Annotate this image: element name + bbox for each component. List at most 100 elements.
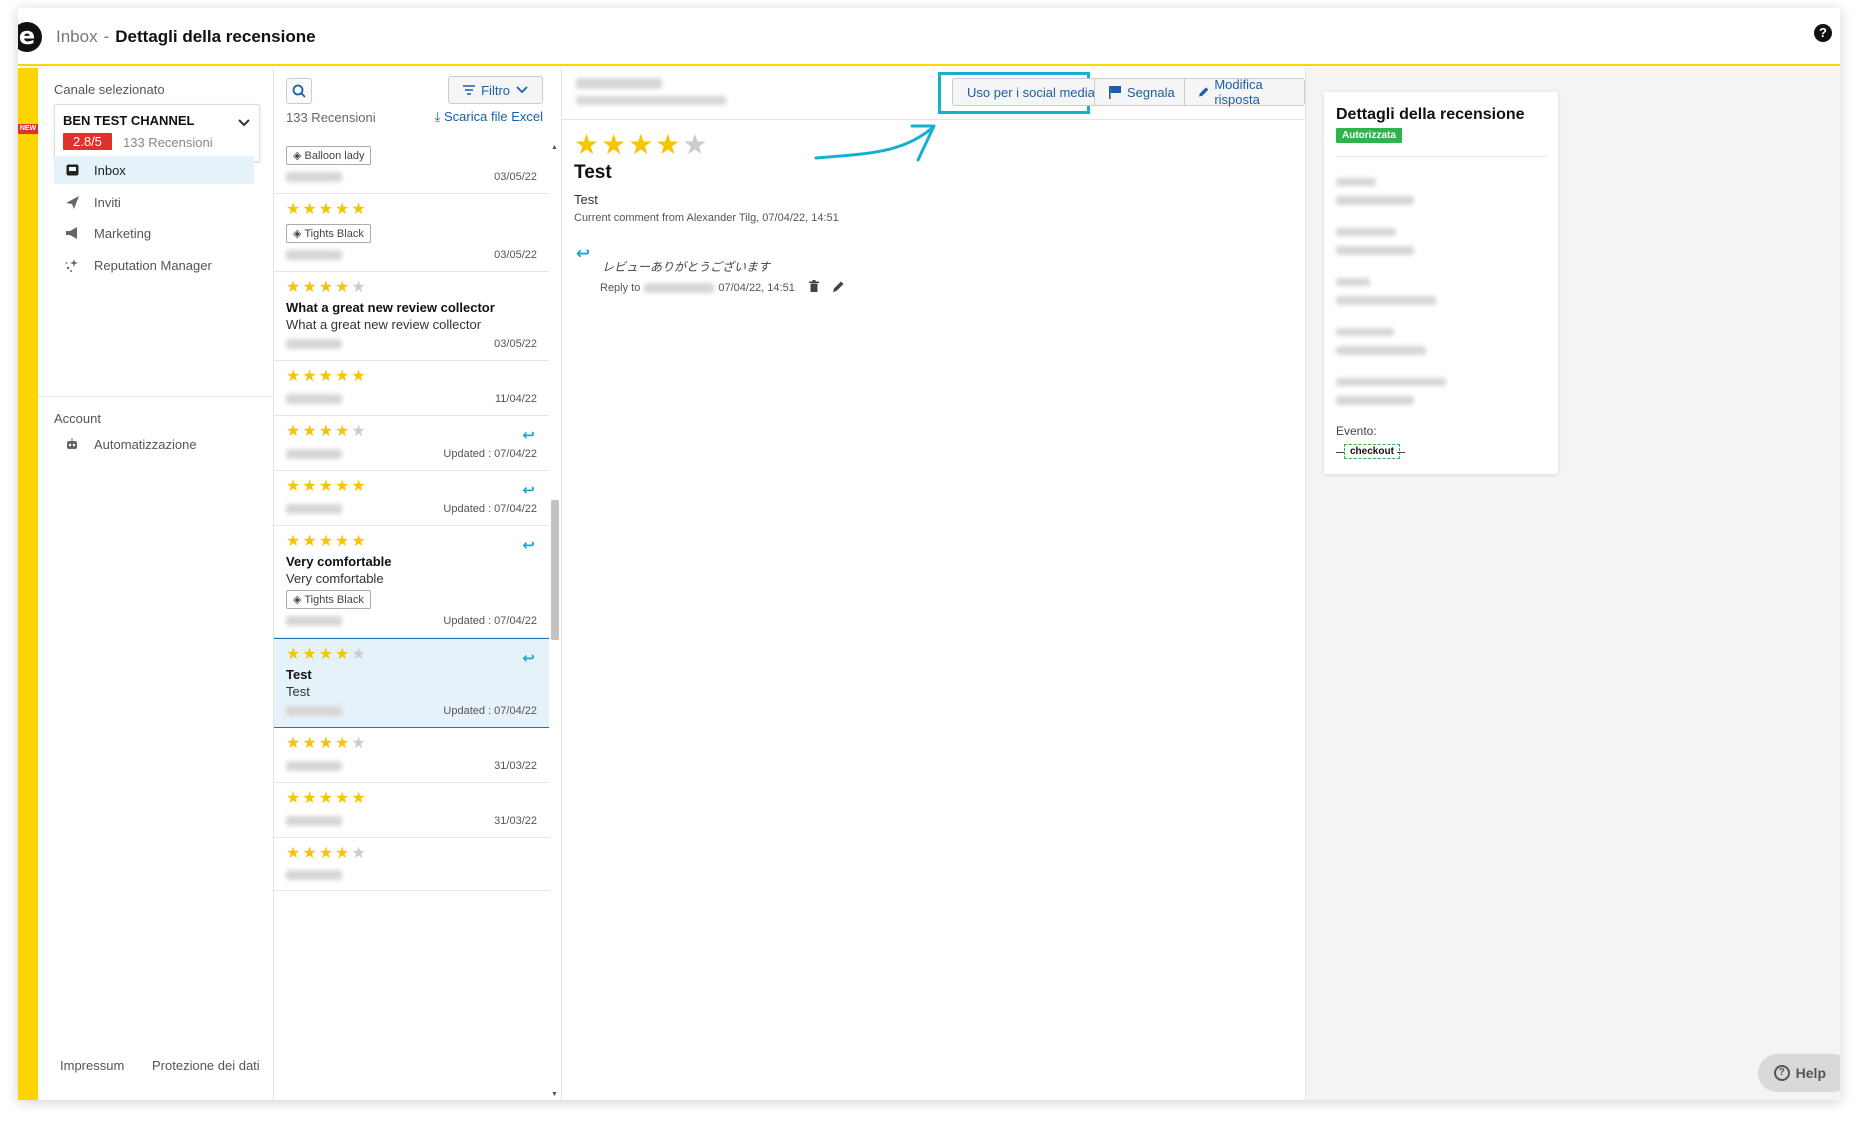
rating-stars: ★★★★★ <box>286 845 368 862</box>
nav-item-inviti[interactable]: Inviti <box>54 188 254 216</box>
review-item-date: 03/05/22 <box>494 249 537 261</box>
nav-item-inbox[interactable]: Inbox <box>54 156 254 184</box>
rating-stars: ★★★★★ <box>286 646 368 663</box>
review-item-body: What a great new review collector <box>286 317 482 332</box>
scroll-thumb[interactable] <box>551 500 559 640</box>
review-list-item[interactable]: ★★★★★ ↩ Updated : 07/04/22 <box>274 416 549 471</box>
page-title: Dettagli della recensione <box>115 27 316 46</box>
review-list-item[interactable]: ★★★★★ ◈ Tights Black 03/05/22 <box>274 194 549 272</box>
list-scrollbar[interactable]: ▲ ▼ <box>551 140 559 1100</box>
review-list-item[interactable]: ★★★★★ ↩ Updated : 07/04/22 <box>274 471 549 526</box>
reviewer-name-redacted <box>286 761 342 771</box>
product-tag-label: Tights Black <box>304 228 364 240</box>
review-list-item[interactable]: ◈ Balloon lady 03/05/22 <box>274 136 549 194</box>
review-list-item[interactable]: ★★★★★ ↩ Test Test Updated : 07/04/22 <box>274 638 549 728</box>
review-item-body: Test <box>286 684 310 699</box>
rating-stars: ★★★★★ <box>286 279 368 296</box>
nav-divider <box>38 396 273 397</box>
redacted-field-label <box>1336 278 1370 286</box>
rating-stars: ★★★★★ <box>286 368 368 385</box>
edit-reply-button[interactable]: Modifica risposta <box>1184 77 1305 107</box>
review-item-meta: 31/03/22 <box>286 815 537 827</box>
review-title: Test <box>574 162 612 183</box>
reply-text: レビューありがとうございます <box>602 260 771 274</box>
replied-icon: ↩ <box>522 482 535 499</box>
review-item-date: 11/04/22 <box>494 393 537 405</box>
help-button[interactable]: ? Help <box>1757 1054 1840 1092</box>
event-label: Evento: <box>1336 424 1377 438</box>
product-tag: ◈ Balloon lady <box>286 146 372 165</box>
review-item-title: Test <box>286 667 312 682</box>
nav-item-label: Inviti <box>94 194 121 210</box>
breadcrumb-inbox-link[interactable]: Inbox <box>56 27 98 46</box>
review-detail-header: Uso per i social media Segnala Modifica … <box>562 68 1305 120</box>
redacted-field-value <box>1336 296 1436 305</box>
tag-icon: ◈ <box>293 150 305 162</box>
search-button[interactable] <box>286 78 312 104</box>
nav-item-marketing[interactable]: Marketing <box>54 219 254 247</box>
channel-selector[interactable]: BEN TEST CHANNEL 2.8/5 133 Recensioni <box>54 104 260 162</box>
filter-label: Filtro <box>481 82 510 98</box>
scroll-down-arrow-icon[interactable]: ▼ <box>551 1091 558 1098</box>
review-detail-panel: Uso per i social media Segnala Modifica … <box>562 68 1306 1100</box>
review-item-date: Updated : 07/04/22 <box>443 705 537 717</box>
trash-icon[interactable] <box>808 280 819 295</box>
chevron-down-icon <box>237 115 251 131</box>
review-list-item[interactable]: ★★★★★ ↩ Very comfortable Very comfortable ◈ … <box>274 526 549 638</box>
product-tag-label: Balloon lady <box>304 150 365 162</box>
review-list-item[interactable]: ★★★★★ <box>274 838 549 891</box>
question-icon[interactable]: ? <box>1814 24 1832 42</box>
review-item-meta: 03/05/22 <box>286 171 537 183</box>
help-label: Help <box>1795 1065 1826 1081</box>
app-logo[interactable]: e <box>18 22 42 52</box>
sparkle-icon <box>64 257 80 273</box>
reviewer-name-redacted <box>286 870 342 880</box>
review-item-meta: Updated : 07/04/22 <box>286 705 537 717</box>
author-name-redacted <box>576 78 662 89</box>
download-excel-link[interactable]: ⤓ Scarica file Excel <box>435 109 543 125</box>
details-sidebar: Dettagli della recensione Autorizzata Ev… <box>1306 68 1840 1100</box>
review-list-header: 133 Recensioni Filtro ⤓ Scarica file Exc… <box>274 68 561 136</box>
review-list-panel: 133 Recensioni Filtro ⤓ Scarica file Exc… <box>274 68 562 1100</box>
details-divider <box>1336 156 1546 157</box>
reply-date: 07/04/22, 14:51 <box>718 281 795 294</box>
review-list-item[interactable]: ★★★★★ 31/03/22 <box>274 783 549 838</box>
review-list-item[interactable]: ★★★★★ 11/04/22 <box>274 361 549 416</box>
chevron-down-icon <box>516 86 528 94</box>
review-item-meta: 11/04/22 <box>286 393 537 405</box>
nav-item-reputation-manager[interactable]: Reputation Manager <box>54 251 254 279</box>
impressum-link[interactable]: Impressum <box>60 1058 124 1073</box>
review-details-card: Dettagli della recensione Autorizzata Ev… <box>1324 92 1558 474</box>
nav-item-label: Automatizzazione <box>94 436 197 452</box>
review-list: ◈ Balloon lady 03/05/22 ★★★★★ ◈ Tights Blac… <box>274 136 549 1100</box>
nav-item-automatizzazione[interactable]: Automatizzazione <box>54 430 254 458</box>
scroll-up-arrow-icon[interactable]: ▲ <box>551 144 558 151</box>
reviewer-name-redacted <box>286 339 342 349</box>
review-item-meta: Updated : 07/04/22 <box>286 448 537 460</box>
send-icon <box>64 194 80 210</box>
review-item-meta: 03/05/22 <box>286 249 537 261</box>
redacted-field-value <box>1336 196 1414 205</box>
review-item-meta <box>286 870 537 880</box>
event-line-right <box>1397 452 1405 453</box>
review-item-title: Very comfortable <box>286 554 392 569</box>
social-media-button[interactable]: Uso per i social media <box>952 78 1110 106</box>
review-list-item[interactable]: ★★★★★ What a great new review collector Wh… <box>274 272 549 361</box>
question-icon: ? <box>1773 1065 1790 1081</box>
reply-to-label: Reply to <box>600 281 641 294</box>
pencil-icon[interactable] <box>832 280 844 295</box>
privacy-link[interactable]: Protezione dei dati <box>152 1058 260 1073</box>
redacted-field-value <box>1336 346 1426 355</box>
rating-stars: ★★★★★ <box>286 423 368 440</box>
filter-button[interactable]: Filtro <box>448 76 543 104</box>
review-item-meta: 31/03/22 <box>286 760 537 772</box>
event-tag: checkout <box>1344 444 1400 459</box>
report-button[interactable]: Segnala <box>1094 78 1190 106</box>
review-item-meta: Updated : 07/04/22 <box>286 615 537 627</box>
nav-item-label: Reputation Manager <box>94 257 212 273</box>
rating-stars: ★★★★★ <box>286 201 368 218</box>
status-badge: Autorizzata <box>1336 128 1402 143</box>
nav-item-label: Inbox <box>94 162 126 178</box>
review-item-body: Very comfortable <box>286 571 384 586</box>
review-list-item[interactable]: ★★★★★ 31/03/22 <box>274 728 549 783</box>
